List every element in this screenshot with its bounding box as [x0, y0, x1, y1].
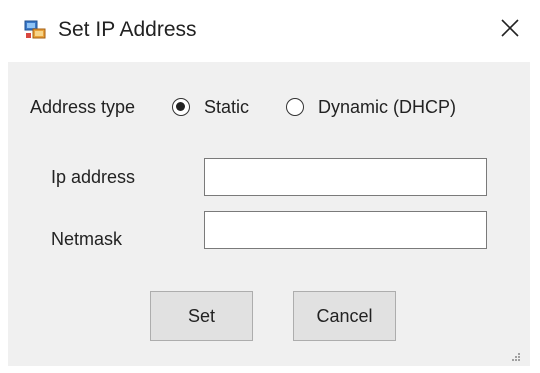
- window-title: Set IP Address: [58, 18, 197, 41]
- close-icon: [501, 18, 519, 42]
- netmask-input[interactable]: [204, 211, 487, 249]
- static-radio-label[interactable]: Static: [204, 96, 249, 118]
- title-bar[interactable]: Set IP Address: [0, 0, 540, 58]
- set-ip-address-dialog: Set IP Address Address type Static Dynam…: [0, 0, 540, 373]
- set-button[interactable]: Set: [150, 291, 253, 341]
- radio-selected-dot: [176, 102, 185, 111]
- address-type-label: Address type: [30, 97, 136, 117]
- dynamic-dhcp-radio[interactable]: [286, 98, 304, 116]
- ip-address-label: Ip address: [51, 167, 136, 187]
- dynamic-dhcp-radio-label[interactable]: Dynamic (DHCP): [318, 96, 456, 118]
- resize-grip-icon[interactable]: [510, 348, 520, 361]
- netmask-label: Netmask: [51, 229, 123, 249]
- dialog-body: Address type Static Dynamic (DHCP) Ip ad…: [8, 62, 530, 366]
- static-radio[interactable]: [172, 98, 190, 116]
- cancel-button[interactable]: Cancel: [293, 291, 396, 341]
- ip-address-input[interactable]: [204, 158, 487, 196]
- network-adapter-icon: [24, 20, 46, 40]
- close-button[interactable]: [490, 12, 530, 48]
